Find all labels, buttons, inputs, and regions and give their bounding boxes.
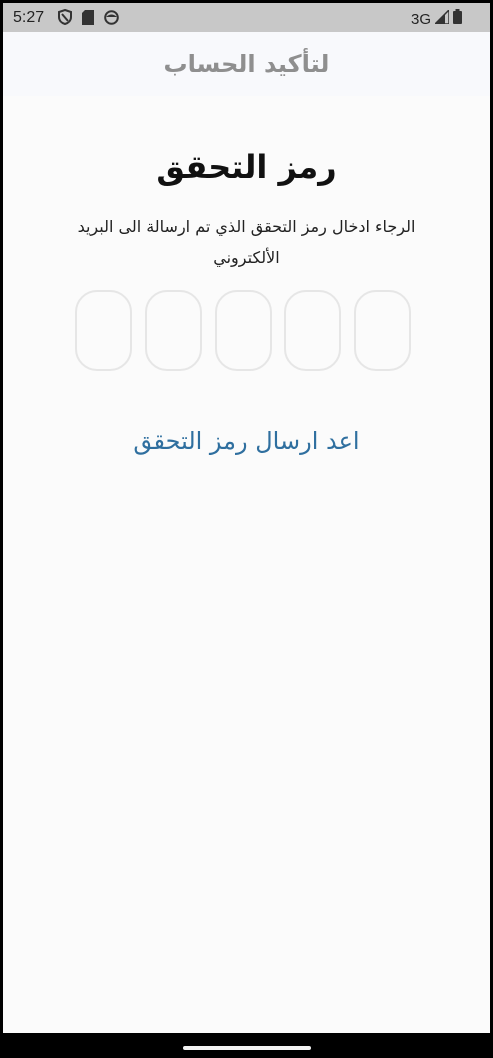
phone-screen: 5:27 3G لتأكيد الحساب رمز التحقق الرجاء	[3, 3, 490, 1033]
verification-instructions: الرجاء ادخال رمز التحقق الذي تم ارسالة ا…	[77, 217, 416, 267]
otp-input-row	[75, 290, 411, 373]
status-bar: 5:27 3G	[3, 3, 490, 32]
network-type: 3G	[410, 10, 431, 28]
signal-icon	[433, 7, 450, 29]
status-right-icons: 3G	[410, 7, 462, 29]
otp-digit-3[interactable]	[214, 290, 272, 371]
status-time: 5:27	[13, 9, 45, 26]
face-icon	[104, 9, 119, 30]
home-indicator[interactable]	[183, 1046, 311, 1050]
verification-heading: رمز التحقق	[156, 148, 337, 186]
otp-digit-4[interactable]	[284, 290, 342, 371]
app-bar: لتأكيد الحساب	[3, 32, 490, 96]
otp-digit-1[interactable]	[75, 290, 132, 371]
sd-card-icon	[82, 9, 94, 30]
battery-icon	[453, 9, 462, 29]
otp-digit-5[interactable]	[354, 290, 411, 371]
status-left-icons	[58, 8, 119, 30]
otp-digit-2[interactable]	[144, 290, 202, 371]
page-title: لتأكيد الحساب	[163, 50, 330, 78]
resend-code-link[interactable]: اعد ارسال رمز التحقق	[3, 427, 490, 455]
shield-icon	[58, 8, 72, 30]
